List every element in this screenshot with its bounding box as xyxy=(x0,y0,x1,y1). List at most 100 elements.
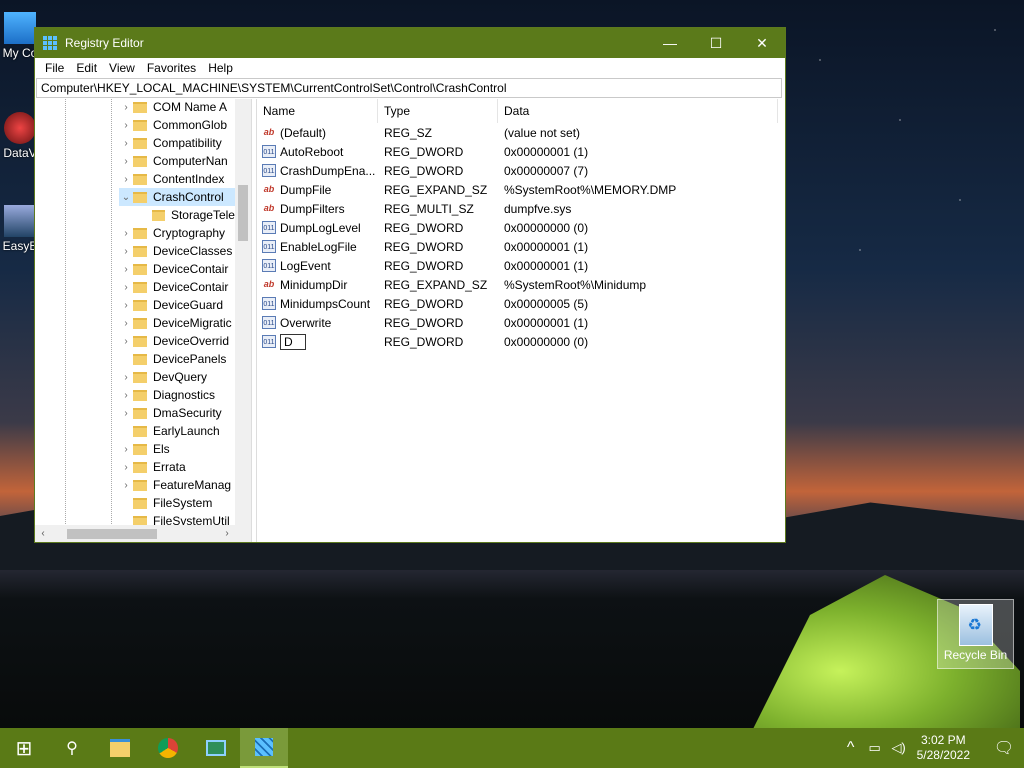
expand-chevron-icon[interactable]: › xyxy=(119,480,133,491)
tree-item[interactable]: › FeatureManag xyxy=(119,476,235,494)
registry-editor-icon xyxy=(43,36,57,50)
expand-chevron-icon[interactable]: › xyxy=(119,282,133,293)
tree-item[interactable]: ⌄ CrashControl xyxy=(119,188,235,206)
tree-item[interactable]: DevicePanels xyxy=(119,350,235,368)
value-name: EnableLogFile xyxy=(280,239,357,254)
tree-item[interactable]: › DeviceOverrid xyxy=(119,332,235,350)
value-type: REG_EXPAND_SZ xyxy=(384,277,488,292)
key-tree[interactable]: › COM Name A › CommonGlob › Compatibility › Com… xyxy=(35,99,252,542)
expand-chevron-icon[interactable]: › xyxy=(119,462,133,473)
tree-item[interactable]: › CommonGlob xyxy=(119,116,235,134)
tree-item[interactable]: › Compatibility xyxy=(119,134,235,152)
tray-chevron-icon[interactable]: ^ xyxy=(839,728,863,768)
menu-favorites[interactable]: Favorites xyxy=(141,61,202,75)
value-row[interactable]: 011 CrashDumpEna... REG_DWORD 0x00000007 (7… xyxy=(257,161,785,180)
column-header-type[interactable]: Type xyxy=(378,99,498,123)
expand-chevron-icon[interactable]: › xyxy=(119,156,133,167)
expand-chevron-icon[interactable]: › xyxy=(119,120,133,131)
folder-icon xyxy=(133,245,147,257)
value-row[interactable]: 011 AutoReboot REG_DWORD 0x00000001 (1) xyxy=(257,142,785,161)
value-row[interactable]: ab (Default) REG_SZ (value not set) xyxy=(257,123,785,142)
expand-chevron-icon[interactable]: › xyxy=(119,174,133,185)
scroll-left-icon[interactable]: ‹ xyxy=(35,528,51,539)
menu-edit[interactable]: Edit xyxy=(70,61,103,75)
tree-item[interactable]: EarlyLaunch xyxy=(119,422,235,440)
minimize-button[interactable]: — xyxy=(647,28,693,58)
easy-icon xyxy=(4,205,36,237)
network-icon[interactable]: ▭ xyxy=(863,728,887,768)
tree-item-label: Errata xyxy=(153,460,186,474)
value-name: (Default) xyxy=(280,125,327,140)
expand-chevron-icon[interactable]: › xyxy=(119,246,133,257)
menu-view[interactable]: View xyxy=(103,61,141,75)
expand-chevron-icon[interactable]: › xyxy=(119,300,133,311)
tree-vertical-scrollbar[interactable] xyxy=(235,99,251,525)
expand-chevron-icon[interactable]: › xyxy=(119,318,133,329)
tree-item[interactable]: › DeviceContair xyxy=(119,278,235,296)
clock[interactable]: 3:02 PM 5/28/2022 xyxy=(917,733,970,763)
expand-chevron-icon[interactable]: › xyxy=(119,228,133,239)
value-name: CrashDumpEna... xyxy=(280,163,376,178)
value-row[interactable]: ab MinidumpDir REG_EXPAND_SZ %SystemRoot%\M… xyxy=(257,275,785,294)
tree-item[interactable]: › DeviceGuard xyxy=(119,296,235,314)
tree-item[interactable]: › Errata xyxy=(119,458,235,476)
title-bar[interactable]: Registry Editor — ☐ ✕ xyxy=(35,28,785,58)
tree-item[interactable]: FileSystem xyxy=(119,494,235,512)
expand-chevron-icon[interactable]: › xyxy=(119,102,133,113)
scroll-right-icon[interactable]: › xyxy=(219,528,235,539)
tree-item[interactable]: › DeviceContair xyxy=(119,260,235,278)
tree-item[interactable]: › DeviceClasses xyxy=(119,242,235,260)
menu-help[interactable]: Help xyxy=(202,61,239,75)
scroll-thumb[interactable] xyxy=(67,528,157,539)
tree-item[interactable]: › Diagnostics xyxy=(119,386,235,404)
expand-chevron-icon[interactable]: › xyxy=(119,138,133,149)
menu-file[interactable]: File xyxy=(39,61,70,75)
value-row[interactable]: 011 DumpLogLevel REG_DWORD 0x00000000 (0) xyxy=(257,218,785,237)
tree-item-label: Els xyxy=(153,442,170,456)
expand-chevron-icon[interactable]: › xyxy=(119,390,133,401)
value-row[interactable]: ab DumpFilters REG_MULTI_SZ dumpfve.sys xyxy=(257,199,785,218)
tree-horizontal-scrollbar[interactable]: ‹ › xyxy=(35,525,251,542)
notifications-icon[interactable]: 🗨 xyxy=(984,728,1024,768)
column-header-name[interactable]: Name xyxy=(257,99,378,123)
value-row[interactable]: 011 Overwrite REG_DWORD 0x00000001 (1) xyxy=(257,313,785,332)
start-button[interactable]: ⊞ xyxy=(0,728,48,768)
expand-chevron-icon[interactable]: › xyxy=(119,336,133,347)
tree-item[interactable]: › Els xyxy=(119,440,235,458)
value-row[interactable]: 011 EnableLogFile REG_DWORD 0x00000001 (1) xyxy=(257,237,785,256)
value-row[interactable]: 011 MinidumpsCount REG_DWORD 0x00000005 (5) xyxy=(257,294,785,313)
column-header-data[interactable]: Data xyxy=(498,99,778,123)
address-bar[interactable]: Computer\HKEY_LOCAL_MACHINE\SYSTEM\Curre… xyxy=(36,78,782,98)
tree-item[interactable]: › ComputerNan xyxy=(119,152,235,170)
rename-input[interactable]: D xyxy=(280,333,306,350)
close-button[interactable]: ✕ xyxy=(739,28,785,58)
expand-chevron-icon[interactable]: ⌄ xyxy=(119,192,133,203)
tree-item[interactable]: › COM Name A xyxy=(119,99,235,116)
expand-chevron-icon[interactable]: › xyxy=(119,264,133,275)
tree-item[interactable]: StorageTele xyxy=(139,206,235,224)
registry-editor-taskbar-button[interactable] xyxy=(240,728,288,768)
scroll-thumb[interactable] xyxy=(238,185,248,241)
binary-value-icon: 011 xyxy=(262,145,276,158)
app-button[interactable] xyxy=(192,728,240,768)
search-button[interactable]: ⚲ xyxy=(48,728,96,768)
tree-item[interactable]: › DevQuery xyxy=(119,368,235,386)
expand-chevron-icon[interactable]: › xyxy=(119,372,133,383)
chrome-button[interactable] xyxy=(144,728,192,768)
expand-chevron-icon[interactable]: › xyxy=(119,408,133,419)
file-explorer-button[interactable] xyxy=(96,728,144,768)
binary-value-icon: 011 xyxy=(262,335,276,348)
tree-item[interactable]: › ContentIndex xyxy=(119,170,235,188)
folder-icon xyxy=(133,173,147,185)
maximize-button[interactable]: ☐ xyxy=(693,28,739,58)
value-row[interactable]: ab DumpFile REG_EXPAND_SZ %SystemRoot%\MEMO… xyxy=(257,180,785,199)
volume-icon[interactable]: ◁) xyxy=(887,728,911,768)
tree-item[interactable]: › DeviceMigratic xyxy=(119,314,235,332)
tree-item[interactable]: › DmaSecurity xyxy=(119,404,235,422)
tree-item[interactable]: › Cryptography xyxy=(119,224,235,242)
value-row[interactable]: 011 LogEvent REG_DWORD 0x00000001 (1) xyxy=(257,256,785,275)
value-row-editing[interactable]: 011 D REG_DWORD 0x00000000 (0) xyxy=(257,332,785,351)
tree-item-label: DeviceMigratic xyxy=(153,316,232,330)
expand-chevron-icon[interactable]: › xyxy=(119,444,133,455)
desktop-icon-recycle-bin[interactable]: Recycle Bin xyxy=(937,599,1014,669)
